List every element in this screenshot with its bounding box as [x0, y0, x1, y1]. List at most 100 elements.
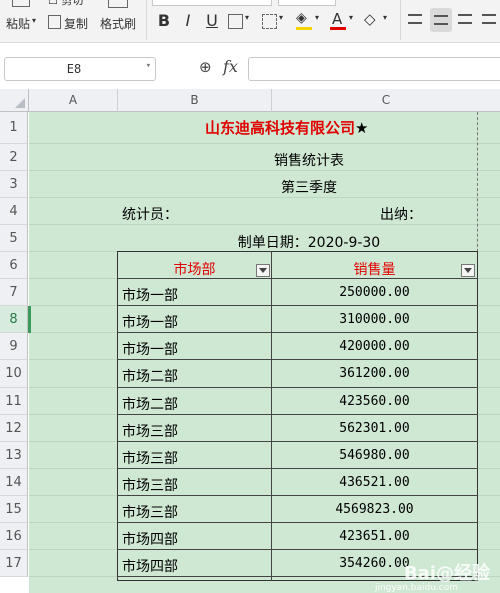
header-sales-cell[interactable]: 销售量 — [272, 259, 477, 279]
paste-icon — [12, 0, 30, 7]
watermark: Bai@经验 — [403, 563, 490, 584]
table-row-divider — [117, 441, 478, 442]
copy-button[interactable]: ☐ 剪切 复制 — [46, 0, 92, 40]
record-sales-cell[interactable]: 423560.00 — [272, 394, 477, 409]
column-header-a[interactable]: A — [29, 89, 118, 112]
row-header[interactable]: 3 — [0, 171, 28, 198]
active-row-indicator — [28, 306, 31, 333]
record-dept-cell[interactable]: 市场四部 — [122, 529, 178, 549]
row-header[interactable]: 14 — [0, 469, 28, 496]
copy-label: 复制 — [64, 17, 89, 31]
record-sales-cell[interactable]: 436521.00 — [272, 475, 477, 490]
record-dept-cell[interactable]: 市场二部 — [122, 394, 178, 414]
record-sales-cell[interactable]: 562301.00 — [272, 421, 477, 436]
row-header[interactable]: 17 — [0, 550, 28, 577]
record-dept-cell[interactable]: 市场一部 — [122, 339, 178, 359]
record-dept-cell[interactable]: 市场三部 — [122, 448, 178, 468]
font-color-icon: A — [332, 10, 343, 28]
record-dept-cell[interactable]: 市场二部 — [122, 366, 178, 386]
record-sales-cell[interactable]: 420000.00 — [272, 339, 477, 354]
cashier-cell[interactable]: 出纳： — [380, 204, 422, 224]
clear-format-button[interactable]: ◇ ▾ — [364, 10, 394, 30]
record-sales-cell[interactable]: 4569823.00 — [272, 502, 477, 517]
column-header-b[interactable]: B — [118, 89, 272, 112]
table-row-divider — [117, 332, 478, 333]
underline-button[interactable]: U — [204, 11, 220, 30]
row-header[interactable]: 5 — [0, 225, 28, 252]
format-painter-label: 格式刷 — [100, 17, 137, 31]
paste-button[interactable]: 粘贴 ▾ — [4, 0, 42, 40]
grid-line — [29, 170, 500, 171]
record-sales-cell[interactable]: 423651.00 — [272, 529, 477, 544]
fill-color-button[interactable]: ◈ ▾ — [296, 10, 326, 30]
italic-button[interactable]: I — [180, 11, 196, 30]
borders-button[interactable]: ▾ — [228, 12, 258, 30]
filter-dropdown-dept[interactable] — [256, 264, 270, 277]
row-header[interactable]: 12 — [0, 415, 28, 442]
statistician-cell[interactable]: 统计员： — [122, 204, 178, 224]
select-all-corner[interactable] — [0, 89, 29, 112]
record-dept-cell[interactable]: 市场一部 — [122, 285, 178, 305]
fx-icon[interactable]: fx — [223, 57, 238, 76]
formula-bar: E8 ▾ ⊕ fx — [0, 50, 500, 86]
cut-label-partial: ☐ 剪切 — [48, 0, 84, 7]
align-right-button[interactable] — [456, 10, 476, 30]
record-dept-cell[interactable]: 市场一部 — [122, 312, 178, 332]
justify-icon — [482, 14, 496, 24]
row-header[interactable]: 13 — [0, 442, 28, 469]
record-dept-cell[interactable]: 市场三部 — [122, 502, 178, 522]
formula-input[interactable] — [248, 57, 500, 81]
align-center-icon — [434, 15, 448, 25]
column-header-c[interactable]: C — [272, 89, 500, 112]
bold-button[interactable]: B — [156, 11, 172, 30]
align-left-icon — [408, 14, 422, 24]
date-cell[interactable]: 制单日期：2020-9-30 — [118, 232, 500, 252]
align-center-button[interactable] — [430, 8, 452, 32]
merge-button[interactable]: ▾ — [262, 12, 292, 30]
table-row-divider — [117, 414, 478, 415]
name-box[interactable]: E8 ▾ — [4, 57, 156, 81]
company-name-cell[interactable]: 山东迪高科技有限公司★ — [205, 117, 368, 138]
row-header[interactable]: 1 — [0, 112, 28, 144]
record-sales-cell[interactable]: 250000.00 — [272, 285, 477, 300]
format-painter-button[interactable]: 格式刷 — [98, 0, 142, 40]
justify-button[interactable] — [480, 10, 500, 30]
paste-label: 粘贴 — [6, 17, 31, 31]
report-title-cell[interactable]: 销售统计表 — [118, 150, 500, 170]
record-sales-cell[interactable]: 310000.00 — [272, 312, 477, 327]
merge-cells-icon — [262, 14, 277, 29]
table-row-divider — [117, 549, 478, 550]
grid-line — [29, 197, 500, 198]
font-color-swatch — [330, 27, 346, 30]
copy-icon — [48, 15, 61, 29]
row-header[interactable]: 10 — [0, 360, 28, 388]
row-header[interactable]: 7 — [0, 279, 28, 306]
row-header[interactable]: 2 — [0, 144, 28, 171]
record-dept-cell[interactable]: 市场三部 — [122, 421, 178, 441]
record-sales-cell[interactable]: 546980.00 — [272, 448, 477, 463]
record-dept-cell[interactable]: 市场三部 — [122, 475, 178, 495]
chevron-down-icon: ▾ — [383, 13, 388, 22]
grid-line — [29, 143, 500, 144]
font-size-dropdown[interactable] — [278, 0, 336, 6]
chevron-down-icon: ▾ — [245, 13, 250, 22]
row-header[interactable]: 9 — [0, 333, 28, 360]
font-name-dropdown[interactable] — [152, 0, 272, 6]
filter-dropdown-sales[interactable] — [461, 264, 475, 277]
header-dept-cell[interactable]: 市场部 — [118, 259, 271, 279]
borders-icon — [228, 14, 243, 29]
row-header[interactable]: 16 — [0, 523, 28, 550]
row-header[interactable]: 6 — [0, 252, 28, 279]
align-left-button[interactable] — [406, 10, 426, 30]
zoom-icon[interactable]: ⊕ — [199, 58, 212, 76]
row-header[interactable]: 4 — [0, 198, 28, 225]
chevron-down-icon: ▾ — [279, 13, 284, 22]
row-header[interactable]: 15 — [0, 496, 28, 523]
quarter-cell[interactable]: 第三季度 — [118, 177, 500, 197]
record-sales-cell[interactable]: 361200.00 — [272, 366, 477, 381]
font-color-button[interactable]: A ▾ — [330, 10, 360, 30]
row-header[interactable]: 8 — [0, 306, 28, 333]
row-header[interactable]: 11 — [0, 388, 28, 415]
record-dept-cell[interactable]: 市场四部 — [122, 556, 178, 576]
grid-line — [29, 224, 500, 225]
